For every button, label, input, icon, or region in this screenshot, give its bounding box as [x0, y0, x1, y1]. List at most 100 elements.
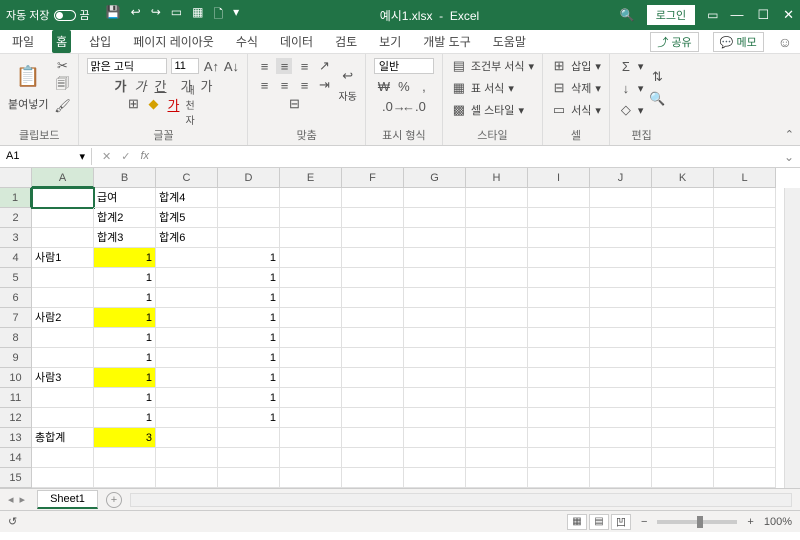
number-format-select[interactable]: [374, 58, 434, 74]
cell[interactable]: [590, 428, 652, 448]
cell[interactable]: [652, 248, 714, 268]
row-header[interactable]: 12: [0, 408, 32, 428]
cell[interactable]: [156, 348, 218, 368]
cell[interactable]: [590, 348, 652, 368]
row-header[interactable]: 4: [0, 248, 32, 268]
zoom-slider[interactable]: [657, 520, 737, 524]
cell[interactable]: [528, 188, 590, 208]
align-bot-icon[interactable]: ≡: [296, 58, 312, 74]
cell[interactable]: [404, 448, 466, 468]
cell[interactable]: [404, 348, 466, 368]
cell[interactable]: [714, 188, 776, 208]
tab-view[interactable]: 보기: [375, 30, 405, 53]
cell[interactable]: [342, 288, 404, 308]
fill-color-icon[interactable]: ◆: [145, 96, 161, 112]
cell[interactable]: [218, 468, 280, 488]
italic-button[interactable]: 가: [132, 77, 148, 93]
cell[interactable]: [342, 188, 404, 208]
cell[interactable]: [342, 408, 404, 428]
row-header[interactable]: 5: [0, 268, 32, 288]
search-icon[interactable]: 🔍: [620, 8, 635, 22]
ribbon-display-icon[interactable]: ▭: [707, 8, 718, 22]
tab-help[interactable]: 도움말: [489, 30, 530, 53]
cell[interactable]: [714, 268, 776, 288]
cell[interactable]: [466, 408, 528, 428]
cell[interactable]: [404, 368, 466, 388]
cell[interactable]: [528, 388, 590, 408]
share-button[interactable]: ⤴ 공유: [650, 32, 698, 52]
cell[interactable]: 합계2: [94, 208, 156, 228]
column-header[interactable]: E: [280, 168, 342, 188]
cell[interactable]: 사람1: [32, 248, 94, 268]
cell[interactable]: [590, 468, 652, 488]
cell[interactable]: [32, 228, 94, 248]
cell[interactable]: [590, 448, 652, 468]
cell[interactable]: [218, 188, 280, 208]
cell[interactable]: [528, 368, 590, 388]
cell[interactable]: [404, 408, 466, 428]
vertical-scrollbar[interactable]: [784, 188, 800, 488]
cell[interactable]: [280, 328, 342, 348]
cell[interactable]: [714, 228, 776, 248]
column-header[interactable]: G: [404, 168, 466, 188]
zoom-level[interactable]: 100%: [764, 516, 792, 528]
cell[interactable]: 사람3: [32, 368, 94, 388]
inc-decimal-icon[interactable]: .0→: [386, 98, 402, 114]
currency-icon[interactable]: ₩: [376, 78, 392, 94]
bold-button[interactable]: 가: [112, 77, 128, 93]
cell[interactable]: [652, 228, 714, 248]
cell[interactable]: [528, 468, 590, 488]
column-header[interactable]: B: [94, 168, 156, 188]
cell[interactable]: [404, 188, 466, 208]
cell[interactable]: [156, 368, 218, 388]
horizontal-scrollbar[interactable]: [130, 493, 792, 507]
cell[interactable]: [590, 248, 652, 268]
column-header[interactable]: D: [218, 168, 280, 188]
cell[interactable]: [590, 228, 652, 248]
cell[interactable]: [714, 368, 776, 388]
align-center-icon[interactable]: ≡: [276, 77, 292, 93]
cell[interactable]: 합계5: [156, 208, 218, 228]
cell[interactable]: [32, 288, 94, 308]
cell[interactable]: [156, 468, 218, 488]
cell[interactable]: 1: [218, 308, 280, 328]
cell[interactable]: [528, 348, 590, 368]
cell[interactable]: 1: [218, 268, 280, 288]
cell[interactable]: [652, 448, 714, 468]
row-header[interactable]: 10: [0, 368, 32, 388]
cell[interactable]: [404, 308, 466, 328]
cell[interactable]: 1: [218, 248, 280, 268]
feedback-icon[interactable]: ☺: [778, 34, 792, 50]
cell[interactable]: [32, 468, 94, 488]
row-header[interactable]: 2: [0, 208, 32, 228]
indent-icon[interactable]: ⇥: [316, 77, 332, 93]
cell[interactable]: 합계6: [156, 228, 218, 248]
cell[interactable]: [404, 328, 466, 348]
cell[interactable]: [94, 448, 156, 468]
select-all-button[interactable]: [0, 168, 32, 188]
enter-formula-icon[interactable]: ✓: [121, 150, 130, 163]
clear-icon[interactable]: ◇: [618, 102, 634, 118]
cell[interactable]: 1: [218, 348, 280, 368]
paste-icon[interactable]: 📋: [12, 60, 44, 92]
cell[interactable]: [280, 428, 342, 448]
row-header[interactable]: 3: [0, 228, 32, 248]
cell[interactable]: [280, 388, 342, 408]
cell[interactable]: [590, 208, 652, 228]
cell[interactable]: [528, 268, 590, 288]
cell[interactable]: [652, 308, 714, 328]
cell[interactable]: [466, 388, 528, 408]
cell[interactable]: 1: [94, 368, 156, 388]
collapse-ribbon-icon[interactable]: ⌃: [785, 128, 794, 141]
sheet-prev-icon[interactable]: ◂: [8, 493, 14, 506]
copy-icon[interactable]: 🗐: [54, 78, 70, 94]
cell[interactable]: 사람2: [32, 308, 94, 328]
cell[interactable]: [156, 388, 218, 408]
cell[interactable]: [342, 428, 404, 448]
border-icon[interactable]: ⊞: [125, 96, 141, 112]
cell[interactable]: [156, 308, 218, 328]
cell[interactable]: [652, 428, 714, 448]
delete-cells-button[interactable]: ⊟삭제 ▾: [551, 80, 601, 96]
memo-button[interactable]: 💬 메모: [713, 32, 764, 52]
cell[interactable]: [652, 348, 714, 368]
